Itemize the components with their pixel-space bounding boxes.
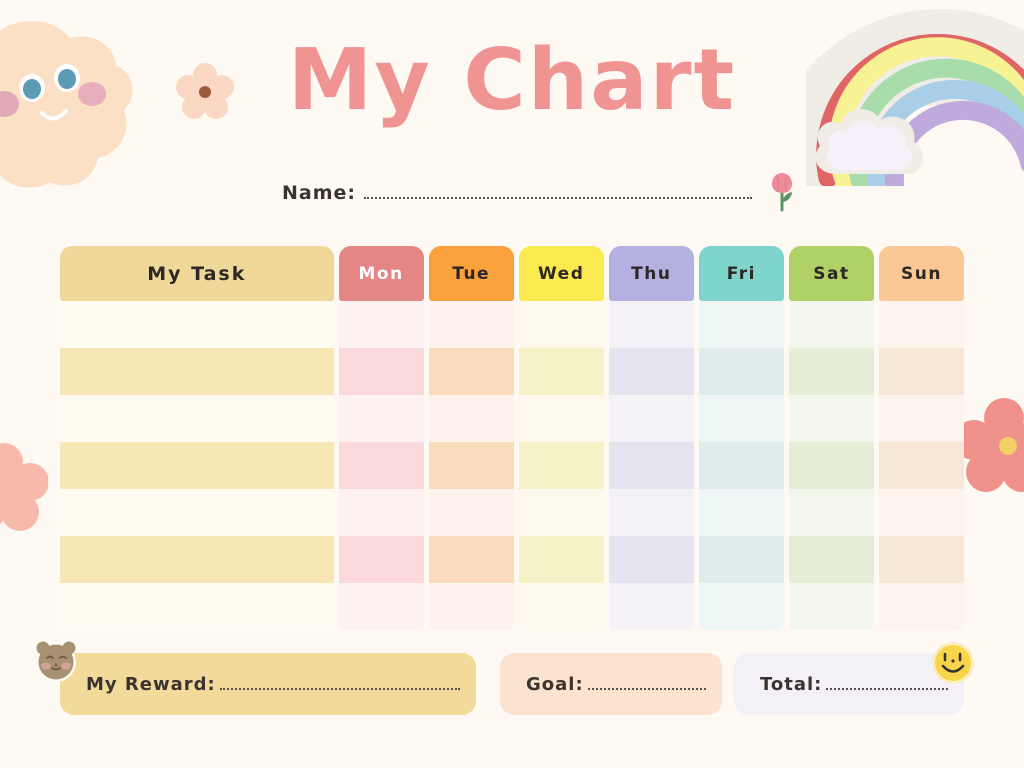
- day-header-wed: Wed: [518, 246, 604, 301]
- day-cell-mon[interactable]: [338, 536, 424, 583]
- day-cell-thu[interactable]: [608, 301, 694, 348]
- total-box[interactable]: Total:: [734, 653, 964, 715]
- day-cell-mon[interactable]: [338, 348, 424, 395]
- reward-label: My Reward:: [86, 673, 216, 695]
- day-header-mon: Mon: [338, 246, 424, 301]
- chore-chart-table: My Task Mon Tue Wed Thu Fri Sat Sun: [60, 246, 964, 630]
- task-cell[interactable]: [60, 395, 334, 442]
- day-cell-tue[interactable]: [428, 489, 514, 536]
- day-cell-thu[interactable]: [608, 442, 694, 489]
- day-cell-fri[interactable]: [698, 489, 784, 536]
- day-cell-sun[interactable]: [878, 348, 964, 395]
- day-cell-sun[interactable]: [878, 489, 964, 536]
- day-header-sat: Sat: [788, 246, 874, 301]
- day-cell-mon[interactable]: [338, 583, 424, 630]
- name-label: Name:: [282, 182, 357, 204]
- goal-label: Goal:: [526, 673, 584, 695]
- day-cell-wed[interactable]: [518, 395, 604, 442]
- total-input[interactable]: [826, 679, 948, 690]
- day-column-tue: Tue: [428, 246, 514, 630]
- day-cell-thu[interactable]: [608, 536, 694, 583]
- day-cell-wed[interactable]: [518, 301, 604, 348]
- day-header-thu: Thu: [608, 246, 694, 301]
- day-column-fri: Fri: [698, 246, 784, 630]
- day-cell-mon[interactable]: [338, 395, 424, 442]
- flower-icon: [0, 443, 48, 531]
- day-cell-thu[interactable]: [608, 395, 694, 442]
- day-cell-sun[interactable]: [878, 442, 964, 489]
- day-cell-sun[interactable]: [878, 583, 964, 630]
- total-label: Total:: [760, 673, 823, 695]
- flower-icon: [964, 398, 1024, 492]
- day-cell-sun[interactable]: [878, 395, 964, 442]
- day-cell-wed[interactable]: [518, 489, 604, 536]
- task-cell[interactable]: [60, 583, 334, 630]
- day-column-sat: Sat: [788, 246, 874, 630]
- day-cell-fri[interactable]: [698, 583, 784, 630]
- task-column-header: My Task: [60, 246, 334, 301]
- day-cell-thu[interactable]: [608, 583, 694, 630]
- day-cell-mon[interactable]: [338, 442, 424, 489]
- day-cell-sun[interactable]: [878, 536, 964, 583]
- day-cell-wed[interactable]: [518, 583, 604, 630]
- name-field-row: Name:: [282, 182, 752, 204]
- tulip-icon: [772, 173, 792, 212]
- day-cell-fri[interactable]: [698, 348, 784, 395]
- day-cell-sat[interactable]: [788, 489, 874, 536]
- goal-box[interactable]: Goal:: [500, 653, 722, 715]
- day-cell-sat[interactable]: [788, 442, 874, 489]
- day-header-tue: Tue: [428, 246, 514, 301]
- task-cell[interactable]: [60, 489, 334, 536]
- task-cell[interactable]: [60, 536, 334, 583]
- name-input[interactable]: [364, 185, 752, 199]
- day-cell-sat[interactable]: [788, 301, 874, 348]
- footer-section: My Reward: Goal: Total:: [60, 653, 964, 715]
- day-cell-sat[interactable]: [788, 583, 874, 630]
- task-cell[interactable]: [60, 348, 334, 395]
- day-cell-wed[interactable]: [518, 442, 604, 489]
- day-column-thu: Thu: [608, 246, 694, 630]
- day-cell-fri[interactable]: [698, 442, 784, 489]
- day-cell-fri[interactable]: [698, 301, 784, 348]
- day-header-fri: Fri: [698, 246, 784, 301]
- day-column-sun: Sun: [878, 246, 964, 630]
- day-cell-wed[interactable]: [518, 536, 604, 583]
- day-cell-sat[interactable]: [788, 395, 874, 442]
- task-cell[interactable]: [60, 442, 334, 489]
- day-cell-fri[interactable]: [698, 395, 784, 442]
- day-cell-sat[interactable]: [788, 536, 874, 583]
- day-cell-thu[interactable]: [608, 348, 694, 395]
- day-cell-thu[interactable]: [608, 489, 694, 536]
- goal-input[interactable]: [587, 679, 706, 690]
- day-cell-tue[interactable]: [428, 395, 514, 442]
- reward-input[interactable]: [219, 679, 460, 690]
- reward-box[interactable]: My Reward:: [60, 653, 476, 715]
- day-cell-mon[interactable]: [338, 489, 424, 536]
- day-column-mon: Mon: [338, 246, 424, 630]
- day-cell-tue[interactable]: [428, 442, 514, 489]
- task-column: My Task: [60, 246, 334, 630]
- day-column-wed: Wed: [518, 246, 604, 630]
- day-cell-sun[interactable]: [878, 301, 964, 348]
- day-cell-tue[interactable]: [428, 301, 514, 348]
- day-cell-wed[interactable]: [518, 348, 604, 395]
- day-cell-tue[interactable]: [428, 583, 514, 630]
- day-cell-tue[interactable]: [428, 348, 514, 395]
- task-cell[interactable]: [60, 301, 334, 348]
- day-cell-mon[interactable]: [338, 301, 424, 348]
- day-cell-fri[interactable]: [698, 536, 784, 583]
- day-cell-tue[interactable]: [428, 536, 514, 583]
- day-cell-sat[interactable]: [788, 348, 874, 395]
- day-header-sun: Sun: [878, 246, 964, 301]
- page-title: My Chart: [287, 31, 737, 130]
